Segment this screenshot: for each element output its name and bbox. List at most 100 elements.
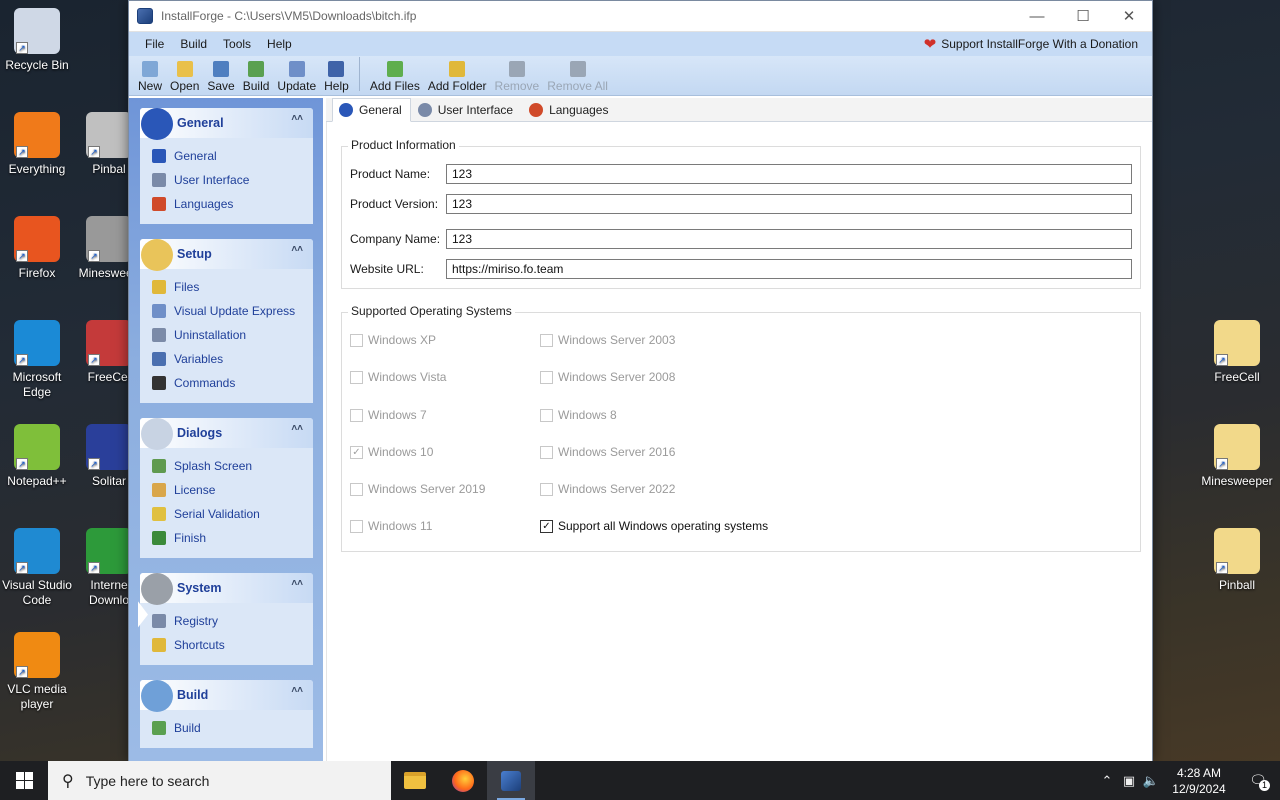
checkbox-windows-8[interactable]: Windows 8 [540,408,617,422]
toolbar-button-label: Help [324,79,349,93]
desktop-icon-freecell[interactable]: ↗ FreeCell [1200,320,1274,385]
sidebar-item-general[interactable]: General [152,144,313,168]
checkbox-windows-vista[interactable]: Windows Vista [350,370,446,384]
menu-tools[interactable]: Tools [215,37,259,51]
desktop-icon-label: VLC media player [7,682,67,711]
donate-link[interactable]: ❤ Support InstallForge With a Donation [924,35,1138,53]
sidebar-item-label: Commands [174,376,236,390]
add-folder-button[interactable]: Add Folder [424,61,491,93]
sidebar-item-languages[interactable]: Languages [152,192,313,216]
sidebar-item-label: Visual Update Express [174,304,296,318]
sidebar-item-shortcuts[interactable]: Shortcuts [152,633,313,657]
sidebar-item-license[interactable]: License [152,478,313,502]
checkbox-windows-11[interactable]: Windows 11 [350,519,432,533]
tab-user-interface[interactable]: User Interface [411,99,522,121]
collapse-chevron-icon[interactable]: ˄˄ [291,245,303,255]
sidebar-item-finish[interactable]: Finish [152,526,313,550]
sidebar-panel-header[interactable]: Build ˄˄ [140,680,313,712]
desktop-icon-recycle-bin[interactable]: ↗ Recycle Bin [0,8,74,73]
desktop-icon-microsoft-edge[interactable]: ↗ Microsoft Edge [0,320,74,400]
minimize-button[interactable]: — [1014,1,1060,32]
sidebar-item-files[interactable]: Files [152,275,313,299]
shortcut-arrow-icon: ↗ [1216,458,1228,470]
desktop-icon-label: Firefox [18,266,56,280]
desktop-icon-visual-studio-code[interactable]: ↗ Visual Studio Code [0,528,74,608]
registry-icon [152,614,166,628]
collapse-chevron-icon[interactable]: ˄˄ [291,579,303,589]
desktop-icon-everything[interactable]: ↗ Everything [0,112,74,177]
product-name-input[interactable]: 123 [446,164,1132,184]
clock[interactable]: 4:28 AM 12/9/2024 [1162,765,1236,797]
product-version-input[interactable]: 123 [446,194,1132,214]
network-icon[interactable]: ▣ [1118,773,1140,789]
panel-items: Files Visual Update Express Uninstallation… [140,269,313,403]
add-folder-icon [449,61,466,77]
update-button[interactable]: Update [273,61,320,93]
shortcut-arrow-icon: ↗ [16,354,28,366]
checkbox-windows-server-2016[interactable]: Windows Server 2016 [540,445,675,459]
tray-overflow-icon[interactable]: ⌃ [1096,773,1118,789]
sidebar-item-user-interface[interactable]: User Interface [152,168,313,192]
checkbox-windows-server-2019[interactable]: Windows Server 2019 [350,482,485,496]
checkbox-windows-10[interactable]: ✓ Windows 10 [350,445,433,459]
start-button[interactable] [0,761,48,800]
collapse-chevron-icon[interactable]: ˄˄ [291,114,303,124]
taskbar-search[interactable]: ⚲ Type here to search [48,761,391,800]
checkbox-windows-xp[interactable]: Windows XP [350,333,436,347]
build-button[interactable]: Build [239,61,274,93]
desktop-icon-minesweeper[interactable]: ↗ Minesweeper [1200,424,1274,489]
notification-button[interactable]: 🗨 1 [1236,772,1280,791]
sidebar-item-build[interactable]: Build [152,716,313,740]
website-url-input[interactable]: https://miriso.fo.team [446,259,1132,279]
installforge-taskbar-icon [501,770,521,791]
window-icon [152,173,166,187]
checkbox-windows-server-2003[interactable]: Windows Server 2003 [540,333,675,347]
field-label: Company Name: [350,232,441,246]
sidebar-item-variables[interactable]: Variables [152,347,313,371]
taskbar-file-explorer[interactable] [391,761,439,800]
menu-file[interactable]: File [137,37,172,51]
menu-build[interactable]: Build [172,37,215,51]
company-name-input[interactable]: 123 [446,229,1132,249]
taskbar-firefox[interactable] [439,761,487,800]
close-button[interactable]: ✕ [1106,1,1152,32]
checkbox-windows-7[interactable]: Windows 7 [350,408,427,422]
freecell-icon: ↗ [86,320,132,366]
sidebar-panel-header[interactable]: Dialogs ˄˄ [140,418,313,450]
sidebar-item-uninstallation[interactable]: Uninstallation [152,323,313,347]
shortcuts-icon [152,638,166,652]
title-bar[interactable]: InstallForge - C:\Users\VM5\Downloads\bi… [129,1,1152,32]
desktop-icon-pinball[interactable]: ↗ Pinball [1200,528,1274,593]
checkbox-support-all-windows-operating-systems[interactable]: ✓ Support all Windows operating systems [540,519,768,533]
checkbox-windows-server-2022[interactable]: Windows Server 2022 [540,482,675,496]
desktop-icon-vlc-media-player[interactable]: ↗ VLC media player [0,632,74,712]
save-button[interactable]: Save [203,61,238,93]
collapse-chevron-icon[interactable]: ˄˄ [291,686,303,696]
sidebar-item-serial-validation[interactable]: Serial Validation [152,502,313,526]
sidebar-item-label: General [174,149,217,163]
new-button[interactable]: New [134,61,166,93]
menu-help[interactable]: Help [259,37,300,51]
desktop-icon-notepad[interactable]: ↗ Notepad++ [0,424,74,489]
sidebar-panel-header[interactable]: Setup ˄˄ [140,239,313,271]
sidebar-item-visual-update-express[interactable]: Visual Update Express [152,299,313,323]
desktop-icon-firefox[interactable]: ↗ Firefox [0,216,74,281]
volume-icon[interactable]: 🔈 [1140,773,1162,789]
tab-general[interactable]: General [332,98,411,122]
help-button[interactable]: Help [320,61,353,93]
sidebar-panel-header[interactable]: General ˄˄ [140,108,313,140]
info-tab-icon [339,103,353,117]
sidebar-item-label: Files [174,280,200,294]
sidebar-item-commands[interactable]: Commands [152,371,313,395]
maximize-button[interactable]: ☐ [1060,1,1106,32]
checkbox-windows-server-2008[interactable]: Windows Server 2008 [540,370,675,384]
sidebar-panel-header[interactable]: System ˄˄ [140,573,313,605]
sidebar-item-registry[interactable]: Registry [152,609,313,633]
add-files-button[interactable]: Add Files [366,61,424,93]
open-button[interactable]: Open [166,61,203,93]
tab-languages[interactable]: Languages [522,99,617,121]
collapse-chevron-icon[interactable]: ˄˄ [291,424,303,434]
taskbar-installforge[interactable] [487,761,535,800]
sidebar-item-splash-screen[interactable]: Splash Screen [152,454,313,478]
shortcut-arrow-icon: ↗ [1216,354,1228,366]
